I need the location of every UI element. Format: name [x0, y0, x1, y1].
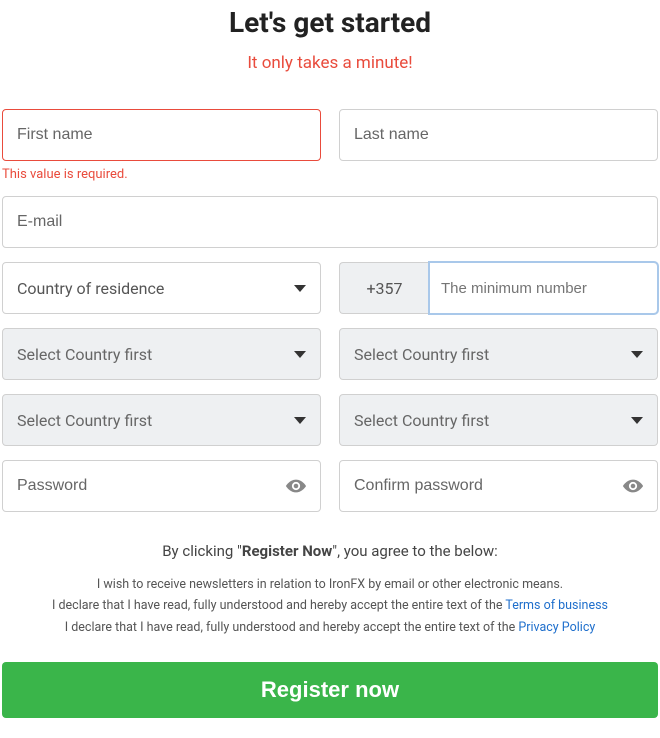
privacy-policy-line: I declare that I have read, fully unders…: [2, 617, 658, 638]
terms-body: I wish to receive newsletters in relatio…: [2, 574, 658, 638]
privacy-policy-link[interactable]: Privacy Policy: [518, 620, 595, 635]
registration-form: Let's get started It only takes a minute…: [0, 6, 660, 718]
eye-icon[interactable]: [622, 475, 644, 497]
chevron-down-icon: [631, 417, 643, 424]
country-select[interactable]: Country of residence: [2, 262, 321, 314]
register-button[interactable]: Register now: [2, 662, 658, 718]
page-title: Let's get started: [2, 6, 658, 39]
password-input[interactable]: [2, 460, 321, 512]
chevron-down-icon: [631, 351, 643, 358]
phone-field: +357: [339, 262, 658, 314]
last-name-field: [339, 109, 658, 161]
terms-of-business-line: I declare that I have read, fully unders…: [2, 595, 658, 616]
dependent-select-3-label: Select Country first: [17, 411, 152, 430]
country-select-label: Country of residence: [17, 279, 164, 298]
dependent-select-2[interactable]: Select Country first: [339, 328, 658, 380]
password-field: [2, 460, 321, 512]
terms-intro: By clicking "Register Now", you agree to…: [2, 542, 658, 560]
phone-input[interactable]: [429, 262, 658, 314]
email-input[interactable]: [2, 196, 658, 248]
dependent-select-1-label: Select Country first: [17, 345, 152, 364]
first-name-field: [2, 109, 321, 161]
chevron-down-icon: [294, 417, 306, 424]
confirm-password-field: [339, 460, 658, 512]
terms-of-business-link[interactable]: Terms of business: [505, 598, 608, 613]
dependent-select-2-label: Select Country first: [354, 345, 489, 364]
dependent-select-4-label: Select Country first: [354, 411, 489, 430]
chevron-down-icon: [294, 351, 306, 358]
last-name-input[interactable]: [339, 109, 658, 161]
chevron-down-icon: [294, 285, 306, 292]
email-field: [2, 196, 658, 248]
first-name-input[interactable]: [2, 109, 321, 161]
newsletter-line: I wish to receive newsletters in relatio…: [2, 574, 658, 595]
dependent-select-3[interactable]: Select Country first: [2, 394, 321, 446]
page-subtitle: It only takes a minute!: [2, 53, 658, 73]
first-name-error: This value is required.: [2, 167, 321, 182]
confirm-password-input[interactable]: [339, 460, 658, 512]
dependent-select-1[interactable]: Select Country first: [2, 328, 321, 380]
dependent-select-4[interactable]: Select Country first: [339, 394, 658, 446]
phone-code: +357: [339, 262, 429, 314]
eye-icon[interactable]: [285, 475, 307, 497]
